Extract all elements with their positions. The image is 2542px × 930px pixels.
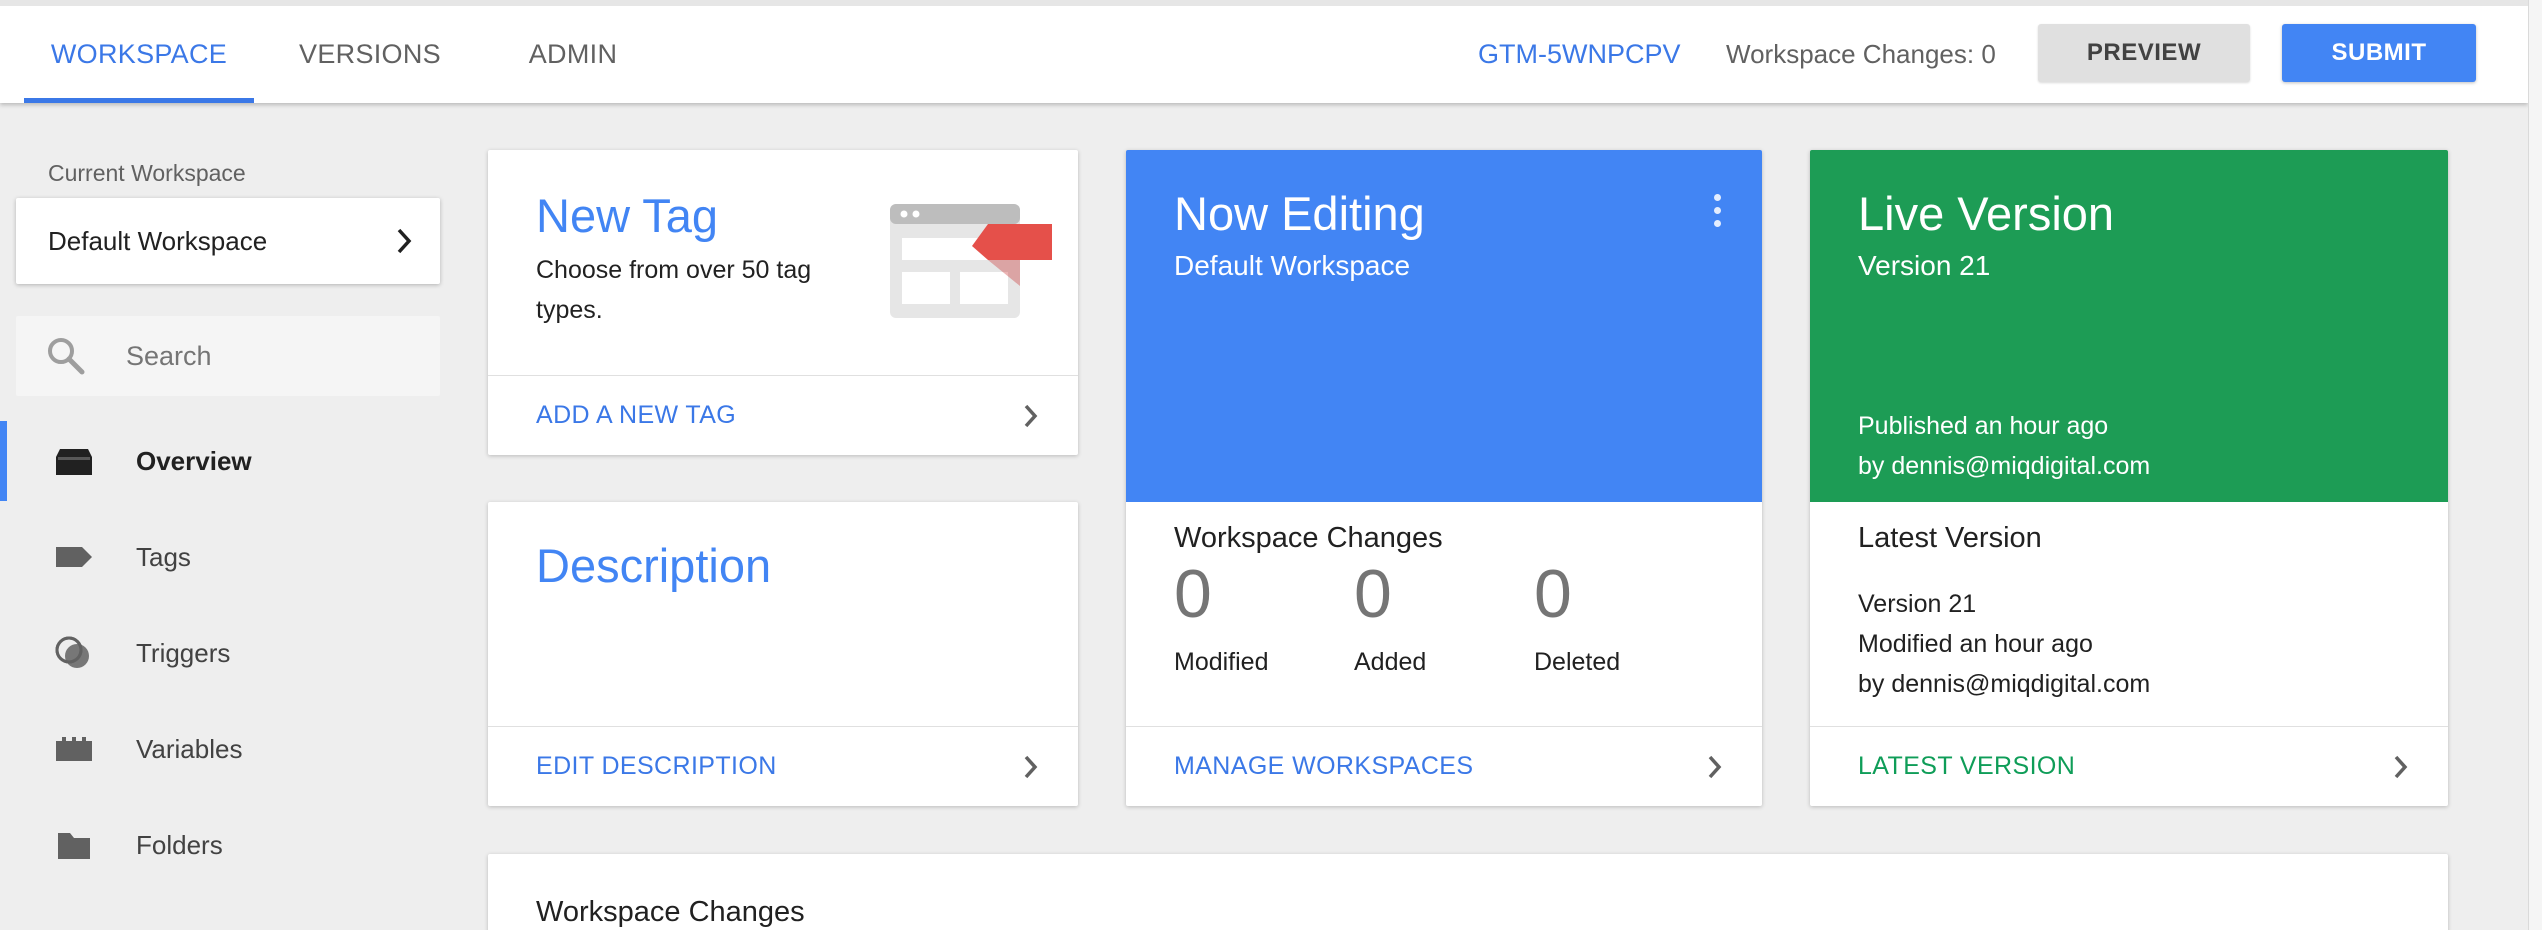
tag-icon xyxy=(56,547,92,567)
sidebar-item-label: Variables xyxy=(136,733,243,764)
sidebar-item-folders[interactable]: Folders xyxy=(0,805,450,885)
overview-icon xyxy=(56,449,92,475)
sidebar-item-label: Overview xyxy=(136,445,252,476)
now-editing-title: Now Editing xyxy=(1174,187,1425,240)
latest-version-modified: Modified an hour ago xyxy=(1858,630,2093,658)
workspace-changes-card: Workspace Changes xyxy=(488,854,2448,930)
chevron-right-icon xyxy=(2394,755,2408,779)
new-tag-card: New Tag Choose from over 50 tag types. A… xyxy=(488,150,1078,455)
live-version-card: Live Version Version 21 Published an hou… xyxy=(1810,150,2448,806)
new-tag-description: Choose from over 50 tag types. xyxy=(536,256,812,324)
search-box[interactable] xyxy=(16,316,440,396)
window-scrollbar[interactable] xyxy=(2528,0,2542,930)
live-version-number: Version 21 xyxy=(1858,250,1991,281)
preview-button[interactable]: PREVIEW xyxy=(2038,24,2250,82)
triggers-icon xyxy=(55,636,89,668)
modified-label: Modified xyxy=(1174,648,1269,676)
published-by: by dennis@miqdigital.com xyxy=(1858,452,2151,480)
sidebar-item-variables[interactable]: Variables xyxy=(0,709,450,789)
search-input[interactable] xyxy=(126,334,426,378)
chevron-right-icon xyxy=(1024,755,1038,779)
now-editing-workspace: Default Workspace xyxy=(1174,250,1411,281)
description-card: Description EDIT DESCRIPTION xyxy=(488,502,1078,806)
chevron-right-icon xyxy=(1708,755,1722,779)
sidebar-item-label: Tags xyxy=(136,541,191,572)
add-new-tag-label: ADD A NEW TAG xyxy=(536,401,737,429)
sidebar-item-label: Folders xyxy=(136,829,223,860)
tab-versions[interactable]: VERSIONS xyxy=(270,6,470,103)
sidebar-item-tags[interactable]: Tags xyxy=(0,517,450,597)
published-time: Published an hour ago xyxy=(1858,412,2109,440)
workspace-changes-title: Workspace Changes xyxy=(536,896,805,928)
manage-workspaces-link[interactable]: MANAGE WORKSPACES xyxy=(1126,726,1762,806)
manage-workspaces-label: MANAGE WORKSPACES xyxy=(1174,752,1474,780)
add-new-tag-link[interactable]: ADD A NEW TAG xyxy=(488,375,1078,455)
added-count: 0 xyxy=(1354,556,1392,632)
latest-version-number: Version 21 xyxy=(1858,590,1977,618)
deleted-stat: 0 Deleted xyxy=(1534,560,1620,677)
modified-stat: 0 Modified xyxy=(1174,560,1269,677)
deleted-count: 0 xyxy=(1534,556,1572,632)
latest-version-link[interactable]: LATEST VERSION xyxy=(1810,726,2448,806)
edit-description-label: EDIT DESCRIPTION xyxy=(536,752,777,780)
added-stat: 0 Added xyxy=(1354,560,1426,677)
now-editing-card: Now Editing Default Workspace Workspace … xyxy=(1126,150,1762,806)
tab-admin[interactable]: ADMIN xyxy=(490,6,656,103)
sidebar-item-triggers[interactable]: Triggers xyxy=(0,613,450,693)
new-tag-title[interactable]: New Tag xyxy=(536,188,718,243)
sidebar-item-overview[interactable]: Overview xyxy=(0,421,450,501)
variables-icon xyxy=(56,737,92,761)
tab-workspace[interactable]: WORKSPACE xyxy=(24,6,254,103)
container-id-link[interactable]: GTM-5WNPCPV xyxy=(1478,6,1681,103)
description-title: Description xyxy=(536,539,772,592)
search-icon xyxy=(48,338,85,375)
submit-button[interactable]: SUBMIT xyxy=(2282,24,2476,82)
latest-version-heading: Latest Version xyxy=(1858,522,2042,554)
workspace-changes-count: Workspace Changes: 0 xyxy=(1726,39,1996,69)
chevron-right-icon xyxy=(397,228,412,254)
live-version-header: Live Version Version 21 Published an hou… xyxy=(1810,150,2448,502)
now-editing-header: Now Editing Default Workspace xyxy=(1126,150,1762,502)
added-label: Added xyxy=(1354,648,1427,676)
more-options-icon[interactable] xyxy=(1712,194,1722,230)
workspace-selector[interactable]: Default Workspace xyxy=(16,198,440,284)
top-app-bar: WORKSPACE VERSIONS ADMIN GTM-5WNPCPV Wor… xyxy=(0,0,2528,103)
current-workspace-label: Current Workspace xyxy=(48,160,246,186)
tag-illustration-icon xyxy=(890,204,1052,318)
folder-icon xyxy=(58,833,90,859)
latest-version-author: by dennis@miqdigital.com xyxy=(1858,670,2151,698)
deleted-label: Deleted xyxy=(1534,648,1621,676)
live-version-title: Live Version xyxy=(1858,187,2115,240)
workspace-changes-heading: Workspace Changes xyxy=(1174,522,1443,554)
edit-description-link[interactable]: EDIT DESCRIPTION xyxy=(488,726,1078,806)
modified-count: 0 xyxy=(1174,556,1212,632)
sidebar-item-label: Triggers xyxy=(136,637,231,668)
latest-version-label: LATEST VERSION xyxy=(1858,752,2076,780)
workspace-name: Default Workspace xyxy=(48,225,268,256)
chevron-right-icon xyxy=(1024,404,1038,428)
